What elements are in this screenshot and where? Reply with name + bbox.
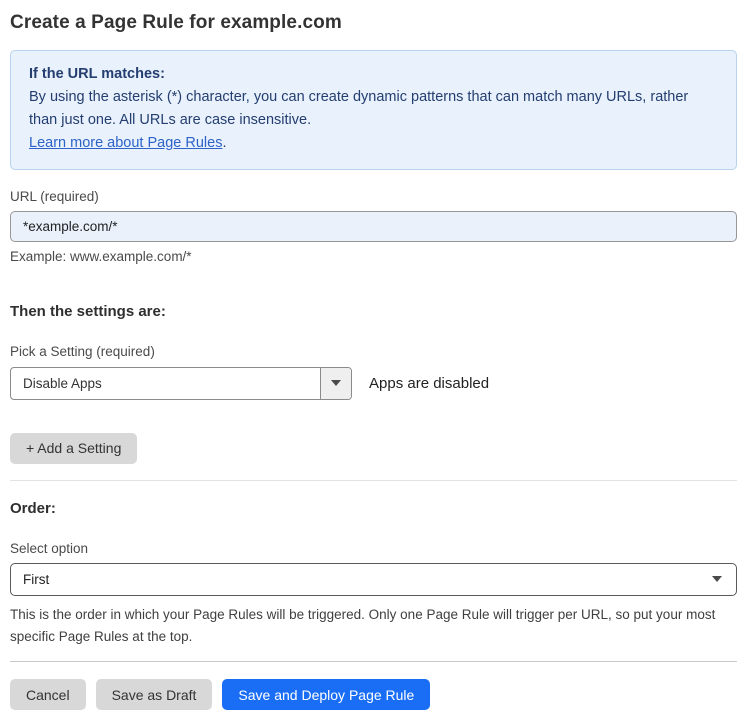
url-input[interactable] [10, 210, 737, 242]
settings-section-heading: Then the settings are: [10, 302, 166, 320]
info-box-link-row: Learn more about Page Rules. [29, 132, 718, 155]
order-section-heading: Order: [10, 499, 56, 517]
info-box-heading: If the URL matches: [29, 66, 165, 82]
setting-dropdown-value: Disable Apps [23, 375, 102, 391]
add-setting-button[interactable]: + Add a Setting [10, 432, 138, 464]
page-title: Create a Page Rule for example.com [10, 12, 342, 33]
order-select-label: Select option [10, 540, 89, 556]
info-box-body: By using the asterisk (*) character, you… [29, 88, 689, 128]
cancel-button[interactable]: Cancel [10, 679, 86, 710]
setting-description: Apps are disabled [369, 374, 490, 392]
pick-setting-label: Pick a Setting (required) [10, 343, 155, 359]
setting-dropdown[interactable]: Disable Apps [10, 366, 352, 400]
order-description: This is the order in which your Page Rul… [10, 606, 716, 644]
chevron-down-icon [331, 380, 341, 387]
save-and-deploy-button[interactable]: Save and Deploy Page Rule [222, 679, 431, 710]
url-field-label: URL (required) [10, 188, 99, 204]
footer-actions: Cancel Save as Draft Save and Deploy Pag… [10, 679, 737, 710]
url-example-helper: Example: www.example.com/* [10, 248, 192, 264]
order-select[interactable]: First [10, 562, 737, 596]
create-page-rule-panel: Create a Page Rule for example.com If th… [0, 0, 750, 710]
setting-dropdown-caret-button[interactable] [320, 367, 351, 399]
learn-more-link[interactable]: Learn more about Page Rules [29, 135, 222, 151]
link-suffix: . [222, 134, 227, 151]
url-match-info-box: If the URL matches: By using the asteris… [10, 50, 737, 170]
order-select-value: First [23, 571, 50, 587]
chevron-down-icon [712, 576, 722, 583]
divider [10, 479, 737, 481]
setting-row: Disable Apps Apps are disabled [10, 366, 737, 400]
save-as-draft-button[interactable]: Save as Draft [95, 679, 213, 710]
divider [10, 661, 737, 663]
